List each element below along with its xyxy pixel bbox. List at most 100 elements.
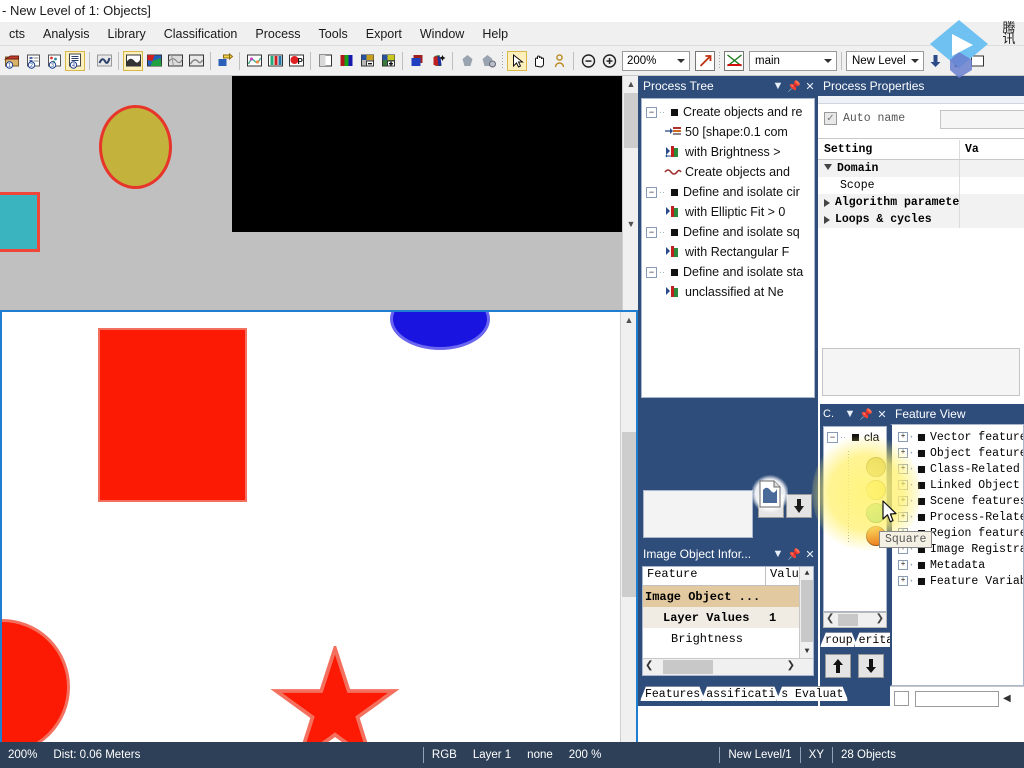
- collapse-icon[interactable]: −: [646, 186, 657, 198]
- chevron-down-icon[interactable]: ▼: [770, 546, 786, 562]
- scroll-thumb[interactable]: [624, 93, 638, 148]
- export-arrow-icon[interactable]: [215, 51, 235, 71]
- feature-view-item-scene-features[interactable]: + ·· Scene features: [892, 493, 1023, 509]
- grey-layer-icon[interactable]: [315, 51, 335, 71]
- menu-item-classification[interactable]: Classification: [155, 24, 247, 44]
- auto-name-checkbox[interactable]: ✓: [824, 112, 837, 125]
- scroll-right-icon[interactable]: ❯: [876, 613, 884, 624]
- zoom-level-combo[interactable]: 200%: [622, 50, 690, 71]
- chevron-left-icon[interactable]: ◀: [1003, 693, 1011, 704]
- view-classification-icon[interactable]: [144, 51, 164, 71]
- image-object-info-hscrollbar[interactable]: ❮ ❯: [643, 658, 813, 675]
- process-tree-node[interactable]: − ·· Define and isolate sta: [646, 262, 814, 282]
- feature-view-item-object-features[interactable]: + ·· Object features: [892, 445, 1023, 461]
- chevron-down-icon[interactable]: [677, 58, 685, 63]
- auto-name-row[interactable]: ✓ Auto name: [824, 112, 905, 125]
- scroll-right-icon[interactable]: ❯: [787, 660, 795, 672]
- pin-icon[interactable]: 📌: [786, 78, 802, 94]
- feature-view-item-metadata[interactable]: + ·· Metadata: [892, 557, 1023, 573]
- chevron-down-icon[interactable]: ▼: [842, 406, 858, 422]
- view-setting-combo[interactable]: main: [749, 50, 837, 71]
- arrow-down-icon[interactable]: [925, 51, 945, 71]
- close-icon[interactable]: ✕: [874, 406, 890, 422]
- arrow-select-icon[interactable]: [507, 50, 527, 71]
- property-row-loops-cycles[interactable]: Loops & cycles: [818, 211, 1024, 228]
- tab-classification[interactable]: assificati: [701, 686, 780, 701]
- viewport-top-lower-strip[interactable]: [0, 154, 638, 310]
- menu-item-export[interactable]: Export: [357, 24, 411, 44]
- chevron-down-icon[interactable]: [911, 58, 919, 63]
- collapse-icon[interactable]: −: [827, 431, 838, 443]
- collapse-icon[interactable]: −: [646, 266, 657, 278]
- process-tree-node[interactable]: unclassified at Ne: [646, 282, 814, 302]
- chevron-right-icon[interactable]: [824, 198, 830, 207]
- expand-icon[interactable]: +: [898, 480, 908, 490]
- process-tree-node[interactable]: − ·· Create objects and re: [646, 102, 814, 122]
- save-project-4-icon[interactable]: 4: [65, 50, 85, 71]
- class-hierarchy-root[interactable]: − ·· cla: [824, 427, 886, 447]
- process-tree-node[interactable]: − ·· Define and isolate sq: [646, 222, 814, 242]
- polygon-settings-icon[interactable]: [478, 51, 498, 71]
- zoom-to-window-icon[interactable]: [695, 50, 715, 71]
- scroll-up-icon[interactable]: ▲: [621, 312, 636, 328]
- process-tree-node[interactable]: − ·· Define and isolate cir: [646, 182, 814, 202]
- feature-view-item-process-related-features[interactable]: + ·· Process-Related: [892, 509, 1023, 525]
- view-outline-icon[interactable]: [165, 51, 185, 71]
- layer-plus-icon[interactable]: [378, 51, 398, 71]
- property-row-scope[interactable]: Scope: [818, 177, 1024, 194]
- viewport-bottom-vscrollbar[interactable]: ▲ ▼: [620, 312, 636, 756]
- close-icon[interactable]: ✕: [802, 78, 818, 94]
- load-ruleset-icon[interactable]: [94, 51, 114, 71]
- scroll-down-icon[interactable]: ▼: [623, 216, 638, 232]
- scroll-thumb[interactable]: [801, 580, 813, 642]
- open-project-2-icon[interactable]: 2: [23, 51, 43, 71]
- move-down-icon[interactable]: [858, 654, 884, 678]
- chevron-down-icon[interactable]: [824, 58, 832, 63]
- image-object-info-table[interactable]: Feature Valu Image Object ... Layer Valu…: [642, 566, 814, 676]
- scroll-thumb[interactable]: [838, 614, 858, 626]
- feature-view-item-feature-variables[interactable]: + ·· Feature Variabl: [892, 573, 1023, 589]
- feature-view-item-class-related-features[interactable]: + ·· Class-Related f: [892, 461, 1023, 477]
- rgb-layer-icon[interactable]: [336, 51, 356, 71]
- close-icon[interactable]: ✕: [802, 546, 818, 562]
- feature-view-item-linked-object-features[interactable]: + ·· Linked Object f: [892, 477, 1023, 493]
- tab-evaluation[interactable]: s Evaluat: [776, 686, 848, 701]
- execute-down-icon[interactable]: [786, 494, 812, 518]
- pixel-view-icon[interactable]: [244, 51, 264, 71]
- process-tree-comment-box[interactable]: [643, 490, 753, 538]
- process-tree-node[interactable]: 50 [shape:0.1 com: [646, 122, 814, 142]
- scroll-up-icon[interactable]: ▲: [800, 567, 813, 579]
- menu-item-analysis[interactable]: Analysis: [34, 24, 99, 44]
- scroll-thumb[interactable]: [663, 660, 713, 674]
- classification-view-icon[interactable]: P: [286, 51, 306, 71]
- pin-icon[interactable]: 📌: [786, 546, 802, 562]
- scroll-left-icon[interactable]: ❮: [645, 660, 653, 672]
- object-stack-icon[interactable]: [407, 51, 427, 71]
- chevron-down-icon[interactable]: ▼: [770, 78, 786, 94]
- viewport-bottom[interactable]: main ▲ ▼: [0, 310, 638, 768]
- chevron-right-icon[interactable]: [824, 215, 830, 224]
- expand-icon[interactable]: +: [898, 576, 908, 586]
- process-tree-body[interactable]: − ·· Create objects and re 50 [shape:0.1…: [641, 98, 815, 398]
- view-layer-icon[interactable]: [123, 50, 143, 71]
- menu-item-tools[interactable]: Tools: [310, 24, 357, 44]
- layer-minus-icon[interactable]: [357, 51, 377, 71]
- pin-icon[interactable]: 📌: [858, 406, 874, 422]
- expand-icon[interactable]: +: [898, 560, 908, 570]
- scroll-left-icon[interactable]: ❮: [826, 613, 834, 624]
- expand-icon[interactable]: +: [898, 448, 908, 458]
- menu-item-library[interactable]: Library: [99, 24, 155, 44]
- class-node-3[interactable]: [866, 503, 886, 523]
- zoom-in-icon[interactable]: [599, 51, 619, 71]
- tab-groups[interactable]: roup: [820, 632, 858, 647]
- menu-item-window[interactable]: Window: [411, 24, 473, 44]
- menu-item-process[interactable]: Process: [246, 24, 309, 44]
- level-combo[interactable]: New Level: [846, 50, 924, 71]
- process-tree-node[interactable]: Create objects and: [646, 162, 814, 182]
- scroll-down-icon[interactable]: ▼: [800, 645, 813, 657]
- collapse-icon[interactable]: −: [646, 226, 657, 238]
- arrow-up-icon[interactable]: [946, 51, 966, 71]
- image-object-info-row[interactable]: Brightness: [643, 628, 813, 649]
- viewport-top-vscrollbar[interactable]: ▲ ▼: [622, 76, 638, 232]
- move-up-icon[interactable]: [825, 654, 851, 678]
